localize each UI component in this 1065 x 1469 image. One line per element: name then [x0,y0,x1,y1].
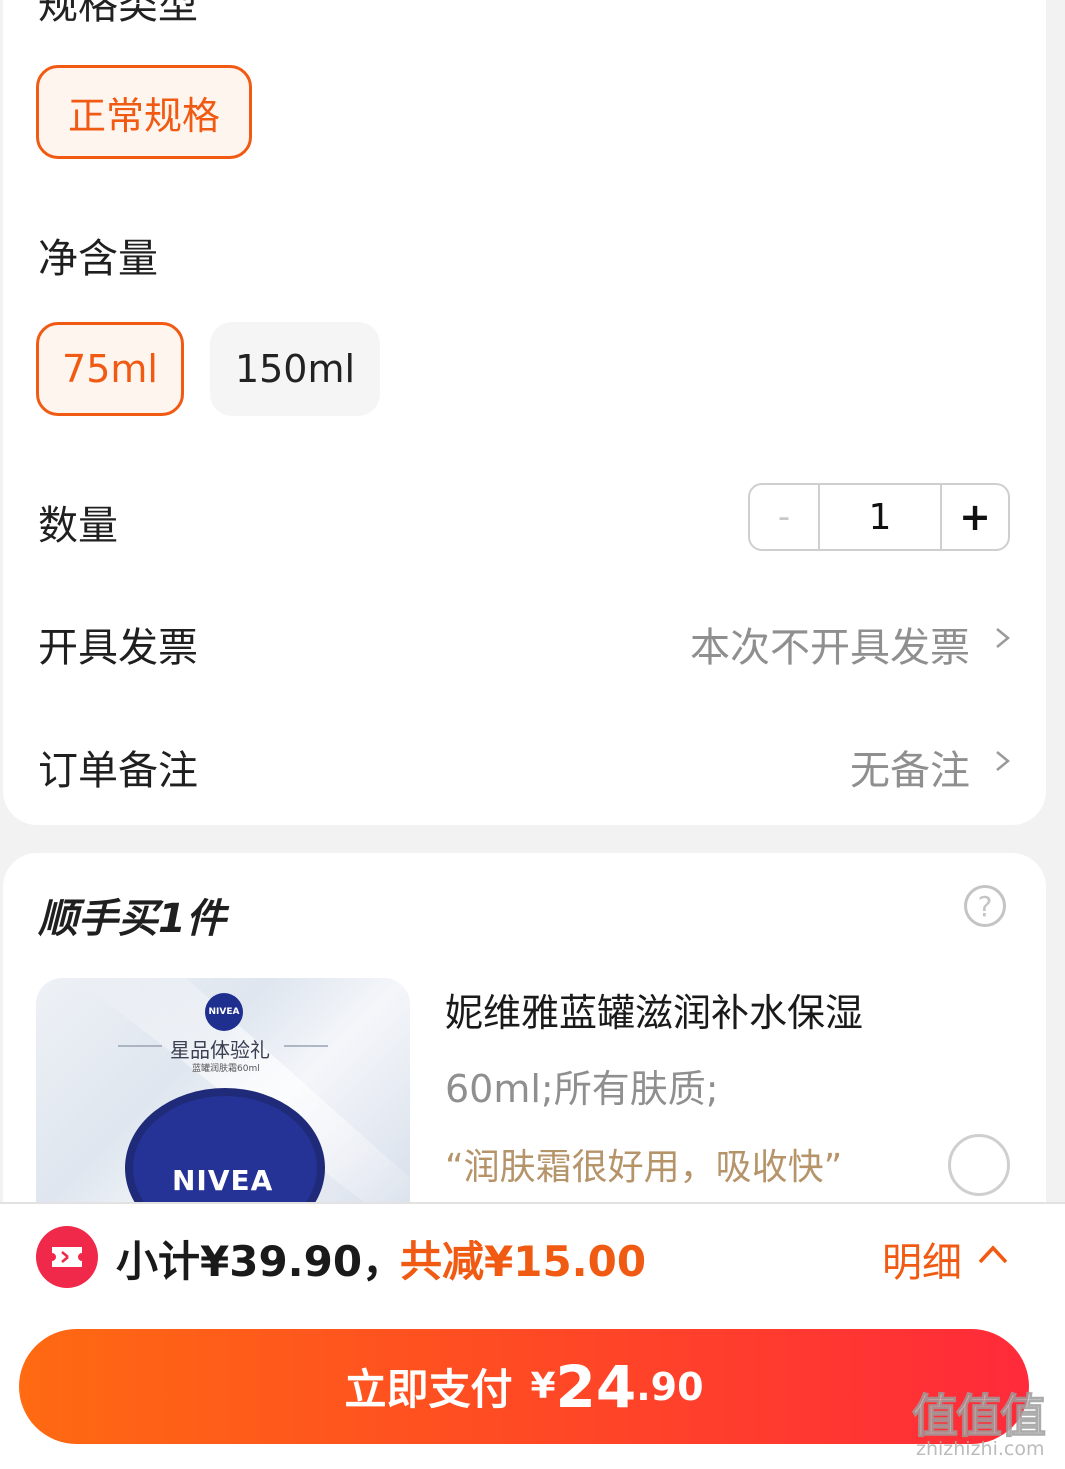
invoice-label: 开具发票 [38,625,198,671]
chevron-right-icon[interactable] [993,628,1013,648]
volume-label: 净含量 [38,236,158,282]
quantity-increase-button[interactable]: + [942,485,1008,549]
pay-button-label: 立即支付 [344,1365,513,1414]
quantity-decrease-button[interactable]: - [750,485,820,549]
quantity-value[interactable]: 1 [820,485,942,549]
volume-option-75ml[interactable]: 75ml [36,322,184,416]
pay-now-button[interactable]: 立即支付 ¥ 24 .90 [19,1329,1029,1444]
watermark-main: 值值值 [912,1389,1047,1444]
chevron-right-icon[interactable] [993,751,1013,771]
product-review-quote: “润肤霜很好用，吸收快” [445,1147,843,1188]
help-icon[interactable]: ? [964,885,1006,927]
product-tin-label: NIVEA [172,1164,274,1197]
volume-option-150ml[interactable]: 150ml [210,322,380,416]
watermark: 值值值 zhizhizhi.com [912,1380,1062,1465]
invoice-value[interactable]: 本次不开具发票 [690,615,970,673]
pay-amount-integer: 24 [555,1352,637,1421]
product-spec: 60ml;所有肤质; [445,1067,719,1111]
product-name[interactable]: 妮维雅蓝罐滋润补水保湿 [445,982,863,1037]
spec-type-title: 规格类型 [38,0,198,28]
subtotal-text: 小计¥39.90， [116,1237,405,1286]
addon-title: 顺手买1件 [38,896,226,942]
product-image-subcaption: 蓝罐润肤霜60ml [192,1064,260,1074]
discount-text: 共减¥15.00 [400,1237,647,1286]
ticket-icon [52,1247,82,1267]
nivea-logo: NIVEA [205,993,243,1031]
pay-amount-decimal: .90 [636,1364,704,1409]
chevron-up-icon[interactable] [976,1238,1010,1272]
remark-label: 订单备注 [38,748,198,794]
detail-link[interactable]: 明细 [882,1230,962,1288]
product-image-caption: 星品体验礼 [170,1038,270,1062]
spec-option-normal[interactable]: 正常规格 [36,65,252,159]
quantity-stepper: - 1 + [748,483,1010,551]
quantity-label: 数量 [38,503,118,549]
watermark-sub: zhizhizhi.com [916,1438,1045,1460]
pay-currency: ¥ [530,1366,556,1407]
coupon-icon[interactable] [36,1226,98,1288]
product-select-radio[interactable] [948,1134,1010,1196]
remark-value[interactable]: 无备注 [850,738,970,796]
